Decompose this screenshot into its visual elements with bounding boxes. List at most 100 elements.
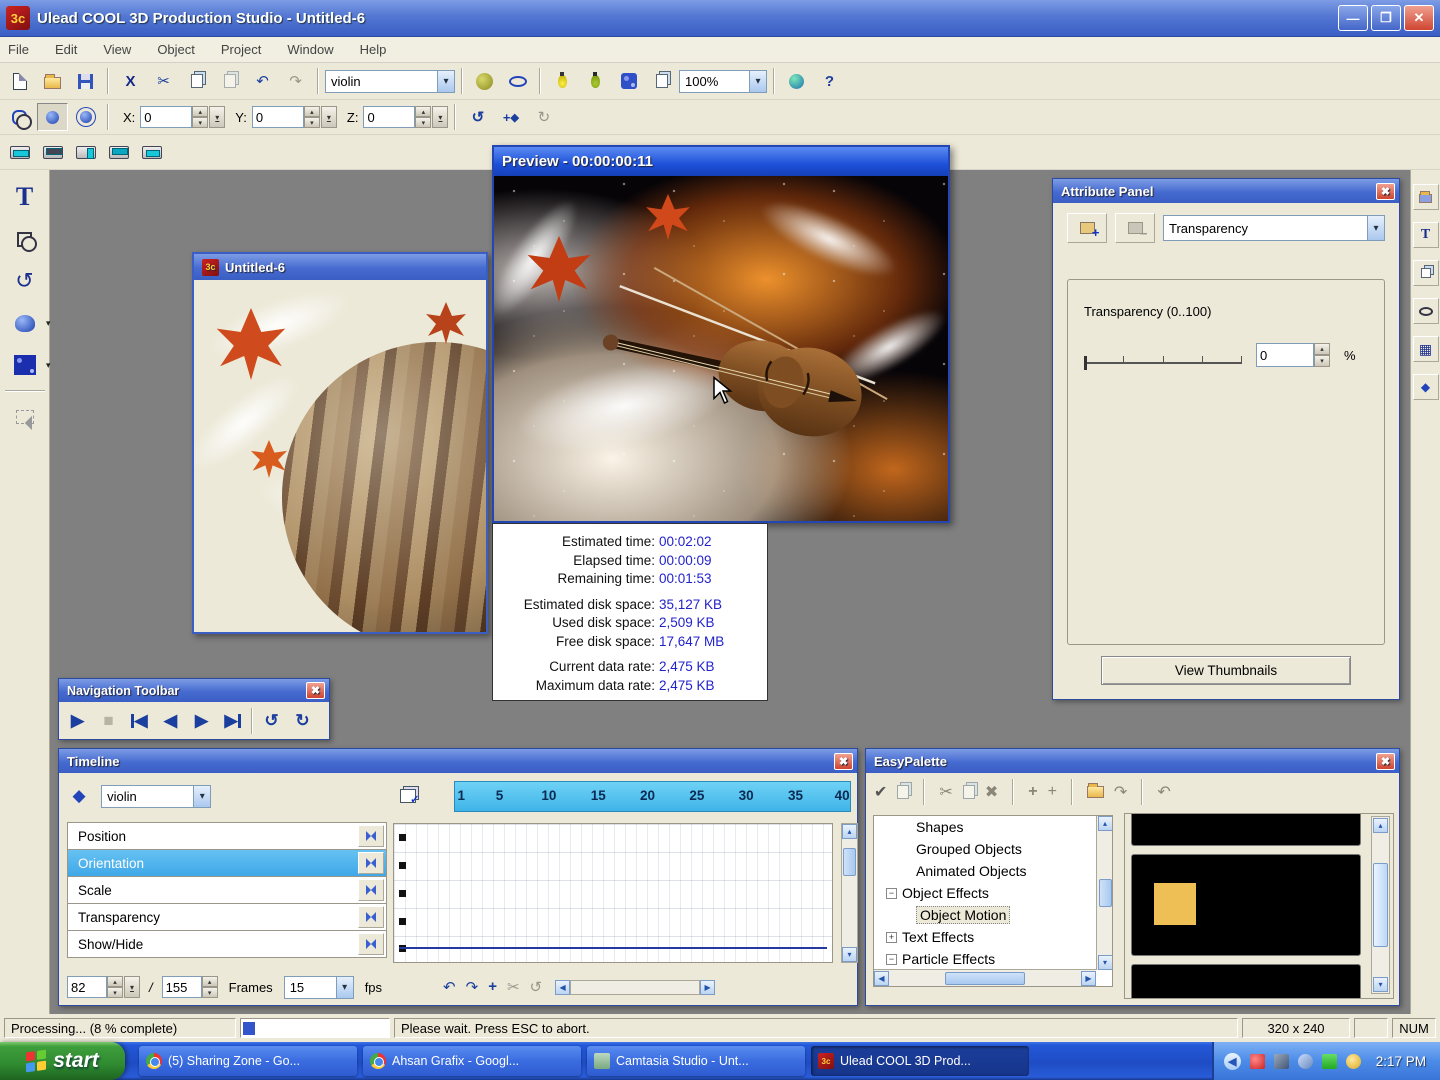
rotate-hand-icon[interactable] bbox=[37, 103, 68, 131]
cut-key-icon[interactable]: ✂ bbox=[507, 978, 520, 996]
play-button[interactable]: ▶ bbox=[62, 705, 93, 736]
import-icon[interactable]: ↶ bbox=[1157, 782, 1170, 802]
export-icon[interactable]: ↷ bbox=[1114, 782, 1127, 802]
keyframe-marker[interactable] bbox=[399, 918, 406, 925]
document-canvas[interactable] bbox=[194, 280, 486, 632]
z-up-icon[interactable]: ▴ bbox=[415, 106, 431, 117]
easypalette-titlebar[interactable]: EasyPalette ✖ bbox=[866, 749, 1399, 773]
start-button[interactable]: start bbox=[0, 1042, 125, 1080]
timeline-object-dropdown[interactable]: violin ▾ bbox=[101, 785, 211, 808]
scroll-thumb[interactable] bbox=[1373, 863, 1388, 947]
light-icon[interactable] bbox=[547, 67, 578, 95]
scroll-right-icon[interactable]: ▶ bbox=[700, 980, 715, 995]
tree-item-text-effects[interactable]: +Text Effects bbox=[874, 926, 1112, 948]
track-position[interactable]: Position bbox=[67, 822, 387, 850]
add-keyframe-icon[interactable]: +◆ bbox=[495, 103, 526, 131]
camera-hand-icon[interactable] bbox=[613, 67, 644, 95]
close-icon[interactable]: ✖ bbox=[306, 682, 325, 699]
tray-icon-info[interactable] bbox=[1346, 1054, 1361, 1069]
window-transform-icon[interactable] bbox=[646, 67, 677, 95]
grid-panel-icon[interactable]: ▦ bbox=[1413, 336, 1439, 362]
up-icon[interactable]: ▴ bbox=[202, 976, 218, 987]
chevron-down-icon[interactable]: ▾ bbox=[437, 71, 454, 92]
scroll-up-icon[interactable]: ▴ bbox=[842, 824, 857, 839]
pin-icon[interactable] bbox=[358, 933, 384, 955]
open-palette-icon[interactable] bbox=[1087, 786, 1104, 798]
scroll-up-icon[interactable]: ▴ bbox=[1098, 816, 1113, 831]
current-frame-stepper[interactable]: ▴▾ ▾ bbox=[67, 976, 140, 998]
loop-key-icon[interactable]: ↺ bbox=[530, 978, 543, 996]
copy-icon[interactable] bbox=[181, 67, 212, 95]
new-icon[interactable] bbox=[4, 67, 35, 95]
rotate-tool-icon[interactable]: ↺ bbox=[7, 264, 43, 298]
redo-icon[interactable]: ↷ bbox=[280, 67, 311, 95]
first-frame-button[interactable]: ◀ bbox=[124, 705, 155, 736]
tray-icon-download[interactable] bbox=[1322, 1054, 1337, 1069]
violin-object[interactable] bbox=[584, 246, 914, 476]
y-down-icon[interactable]: ▾ bbox=[304, 117, 320, 128]
menu-window[interactable]: Window bbox=[287, 42, 333, 57]
collapse-icon[interactable]: − bbox=[886, 954, 897, 965]
down-icon[interactable]: ▾ bbox=[202, 987, 218, 998]
scroll-left-icon[interactable]: ◀ bbox=[555, 980, 570, 995]
effect-thumbnail-selected[interactable] bbox=[1131, 854, 1361, 956]
fps-dropdown[interactable]: 15 ▾ bbox=[284, 976, 354, 999]
add-group-icon[interactable]: + bbox=[1048, 783, 1057, 801]
scroll-down-icon[interactable]: ▾ bbox=[842, 947, 857, 962]
tree-vertical-scrollbar[interactable]: ▴ ▾ bbox=[1096, 816, 1113, 970]
remove-attribute-keyframe-button[interactable] bbox=[1115, 213, 1155, 243]
tree-item-object-effects[interactable]: −Object Effects bbox=[874, 882, 1112, 904]
effect-thumbnail[interactable] bbox=[1131, 813, 1361, 846]
taskbar-item-ulead-cool3d[interactable]: 3c Ulead COOL 3D Prod... bbox=[811, 1046, 1029, 1076]
pan-hand-icon[interactable] bbox=[4, 103, 35, 131]
z-down-icon[interactable]: ▾ bbox=[415, 117, 431, 128]
pin-icon[interactable] bbox=[358, 852, 384, 874]
scroll-thumb[interactable] bbox=[843, 848, 856, 876]
transparency-slider[interactable] bbox=[1084, 346, 1242, 364]
close-icon[interactable]: ✖ bbox=[834, 753, 853, 770]
timeline-horizontal-scrollbar[interactable]: ◀ ▶ bbox=[555, 980, 715, 995]
z-stepper[interactable]: ▴▾ ▾ bbox=[363, 106, 448, 128]
keyframe-marker[interactable] bbox=[399, 890, 406, 897]
tray-icon-audio[interactable] bbox=[1298, 1054, 1313, 1069]
scroll-thumb[interactable] bbox=[1099, 879, 1112, 907]
up-icon[interactable]: ▴ bbox=[1314, 343, 1330, 355]
taskbar-item-sharing-zone[interactable]: (5) Sharing Zone - Go... bbox=[139, 1046, 357, 1076]
timeline-vertical-scrollbar[interactable]: ▴ ▾ bbox=[841, 823, 858, 963]
easypalette-toggle-icon[interactable] bbox=[1413, 260, 1439, 286]
transparency-input[interactable] bbox=[1256, 343, 1314, 367]
copy-keyframes-icon[interactable] bbox=[394, 782, 422, 810]
cut-icon[interactable]: ✂ bbox=[148, 67, 179, 95]
keyframe-marker[interactable] bbox=[399, 862, 406, 869]
menu-object[interactable]: Object bbox=[157, 42, 195, 57]
timeline-titlebar[interactable]: Timeline ✖ bbox=[59, 749, 857, 773]
view-bottom-icon[interactable] bbox=[136, 138, 167, 166]
tree-item-object-motion[interactable]: Object Motion bbox=[874, 904, 1112, 926]
texture-tool-icon[interactable]: ▾ bbox=[7, 348, 43, 382]
scroll-down-icon[interactable]: ▾ bbox=[1373, 977, 1388, 992]
taskbar-item-ahsan-grafix[interactable]: Ahsan Grafix - Googl... bbox=[363, 1046, 581, 1076]
scroll-thumb[interactable] bbox=[945, 972, 1025, 985]
keyframe-panel-icon[interactable]: ◆ bbox=[1413, 374, 1439, 400]
rotate-object-icon[interactable]: ↺ bbox=[462, 103, 493, 131]
keyframe-grid[interactable] bbox=[393, 823, 833, 963]
prev-keyframe-icon[interactable]: ↶ bbox=[443, 978, 456, 996]
chevron-down-icon[interactable]: ▾ bbox=[46, 318, 51, 329]
tray-icon-media[interactable] bbox=[1274, 1054, 1289, 1069]
x-up-icon[interactable]: ▴ bbox=[192, 106, 208, 117]
chevron-down-icon[interactable]: ▾ bbox=[46, 360, 51, 371]
x-down-icon[interactable]: ▾ bbox=[192, 117, 208, 128]
current-frame-input[interactable] bbox=[67, 976, 107, 998]
collapse-icon[interactable]: − bbox=[886, 888, 897, 899]
copy-icon[interactable] bbox=[897, 785, 909, 799]
y-input[interactable] bbox=[252, 106, 304, 128]
view-top-icon[interactable] bbox=[37, 138, 68, 166]
menu-edit[interactable]: Edit bbox=[55, 42, 77, 57]
apply-icon[interactable]: ✔ bbox=[874, 782, 887, 802]
refresh-button[interactable]: ↻ bbox=[287, 705, 318, 736]
open-icon[interactable] bbox=[37, 67, 68, 95]
timeline-ruler[interactable]: 1 5 10 15 20 25 30 35 40 bbox=[454, 781, 851, 812]
attribute-panel-titlebar[interactable]: Attribute Panel ✖ bbox=[1053, 179, 1399, 203]
add-to-palette-icon[interactable]: + bbox=[1028, 783, 1037, 801]
add-attribute-keyframe-button[interactable] bbox=[1067, 213, 1107, 243]
